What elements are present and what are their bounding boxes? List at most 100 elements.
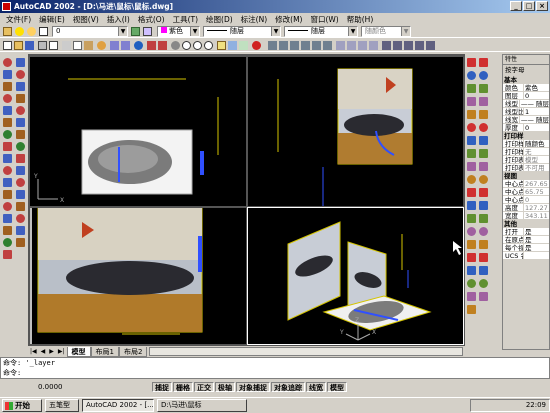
osnap-perpendicular-icon[interactable] xyxy=(467,136,476,145)
copy-object-icon[interactable] xyxy=(16,82,25,91)
viewports-icon[interactable] xyxy=(426,41,435,50)
zoom-previous-icon[interactable] xyxy=(204,41,213,50)
dim-continue-icon[interactable] xyxy=(467,305,476,314)
view-back-icon[interactable] xyxy=(323,41,332,50)
break-icon[interactable] xyxy=(16,202,25,211)
command-window[interactable]: 命令: '_layer 命令: xyxy=(0,357,550,379)
osnap-endpoint-icon[interactable] xyxy=(467,58,476,67)
property-row[interactable]: 打印样 随颜色 xyxy=(503,140,549,148)
ime-indicator[interactable]: 五笔型 xyxy=(45,399,79,412)
property-value[interactable] xyxy=(523,252,549,260)
hyperlink-icon[interactable] xyxy=(134,41,143,50)
property-value[interactable]: 无 xyxy=(523,148,549,156)
polyline-icon[interactable] xyxy=(3,82,12,91)
freeze-sun-icon[interactable] xyxy=(27,27,36,36)
property-value[interactable]: 65.75 xyxy=(523,188,549,196)
osnap-none-icon[interactable] xyxy=(467,188,476,197)
print-icon[interactable] xyxy=(38,41,47,50)
property-value[interactable]: 267.65 xyxy=(523,180,549,188)
mtext-icon[interactable] xyxy=(16,58,25,67)
dim-angular-icon[interactable] xyxy=(467,279,476,288)
open-file-icon[interactable] xyxy=(14,41,23,50)
section-icon[interactable] xyxy=(479,240,488,249)
property-row[interactable]: 中心点 267.65 xyxy=(503,180,549,188)
dim-style-icon[interactable] xyxy=(479,110,488,119)
shade-icon[interactable] xyxy=(382,41,391,50)
property-row[interactable]: 打印表 不可用 xyxy=(503,164,549,172)
tab-model[interactable]: 模型 xyxy=(66,346,91,357)
make-object-layer-current-icon[interactable] xyxy=(131,27,140,36)
osnap-nearest-icon[interactable] xyxy=(467,175,476,184)
property-value[interactable]: 紫色 xyxy=(523,84,549,92)
construction-line-icon[interactable] xyxy=(3,70,12,79)
status-ortho-button[interactable]: 正交 xyxy=(194,382,214,392)
make-block-icon[interactable] xyxy=(3,202,12,211)
property-row[interactable]: 线型 —— 随层 xyxy=(503,100,549,108)
menu-dimension[interactable]: 标注(N) xyxy=(237,14,271,25)
command-prompt[interactable]: 命令: xyxy=(1,368,549,378)
orbit-icon[interactable] xyxy=(404,41,413,50)
interfere-icon[interactable] xyxy=(479,253,488,262)
properties-icon[interactable] xyxy=(217,41,226,50)
erase-icon[interactable] xyxy=(16,70,25,79)
menu-modify[interactable]: 修改(M) xyxy=(271,14,306,25)
taskbar-folder[interactable]: D:\马进\鼠标 xyxy=(157,399,247,412)
menu-format[interactable]: 格式(O) xyxy=(134,14,169,25)
view-right-icon[interactable] xyxy=(301,41,310,50)
revcloud-icon[interactable] xyxy=(3,142,12,151)
close-button[interactable]: × xyxy=(536,1,548,11)
move-icon[interactable] xyxy=(16,130,25,139)
ne-isometric-icon[interactable] xyxy=(358,41,367,50)
property-row[interactable]: 高度 127.27 xyxy=(503,204,549,212)
print-preview-icon[interactable] xyxy=(49,41,58,50)
menu-edit[interactable]: 编辑(E) xyxy=(35,14,69,25)
design-center-icon[interactable] xyxy=(228,41,237,50)
redo-icon[interactable] xyxy=(121,41,130,50)
viewport-top-right[interactable] xyxy=(248,57,463,206)
color-select[interactable]: 紫色 ▼ xyxy=(157,26,200,37)
subtract-icon[interactable] xyxy=(479,279,488,288)
mirror-icon[interactable] xyxy=(16,94,25,103)
status-model-button[interactable]: 模型 xyxy=(327,382,347,392)
extend-icon[interactable] xyxy=(16,190,25,199)
render-icon[interactable] xyxy=(393,41,402,50)
new-file-icon[interactable] xyxy=(3,41,12,50)
tab-last-icon[interactable]: ▶| xyxy=(56,348,67,355)
extrude-icon[interactable] xyxy=(479,201,488,210)
region-icon[interactable] xyxy=(3,238,12,247)
zoom-realtime-icon[interactable] xyxy=(182,41,191,50)
ellipse-icon[interactable] xyxy=(3,166,12,175)
layer-select[interactable]: 0 ▼ xyxy=(52,26,128,37)
tolerance-icon[interactable] xyxy=(479,71,488,80)
tab-layout2[interactable]: 布局2 xyxy=(119,346,148,357)
property-row[interactable]: 打印样无 xyxy=(503,148,549,156)
scale-icon[interactable] xyxy=(16,154,25,163)
tab-first-icon[interactable]: |◀ xyxy=(28,348,39,355)
minimize-button[interactable]: _ xyxy=(510,1,522,11)
property-row[interactable]: 每个视是 xyxy=(503,244,549,252)
menu-window[interactable]: 窗口(W) xyxy=(306,14,342,25)
menu-help[interactable]: 帮助(H) xyxy=(343,14,378,25)
copy-icon[interactable] xyxy=(73,41,82,50)
layer-color-swatch-icon[interactable] xyxy=(39,27,48,36)
se-isometric-icon[interactable] xyxy=(347,41,356,50)
property-value[interactable]: 不可用 xyxy=(523,164,549,172)
property-value[interactable]: 0 xyxy=(523,196,549,204)
pan-hand-icon[interactable] xyxy=(171,41,180,50)
torus-icon[interactable] xyxy=(479,188,488,197)
property-value[interactable]: 随颜色 xyxy=(523,140,549,148)
offset-icon[interactable] xyxy=(16,106,25,115)
menu-view[interactable]: 视图(V) xyxy=(69,14,103,25)
plotstyle-select[interactable]: 随颜色 ▼ xyxy=(361,26,411,37)
status-polar-button[interactable]: 极轴 xyxy=(215,382,235,392)
property-row[interactable]: 打印表 模型 xyxy=(503,156,549,164)
property-row[interactable]: 在原点是 xyxy=(503,236,549,244)
revolve-icon[interactable] xyxy=(479,214,488,223)
dim-diameter-icon[interactable] xyxy=(467,266,476,275)
tab-layout1[interactable]: 布局1 xyxy=(90,346,119,357)
property-value[interactable]: 是 xyxy=(523,228,549,236)
sphere-icon[interactable] xyxy=(479,136,488,145)
osnap-midpoint-icon[interactable] xyxy=(467,71,476,80)
status-otrack-button[interactable]: 对象追踪 xyxy=(271,382,305,392)
rotate-icon[interactable] xyxy=(16,142,25,151)
